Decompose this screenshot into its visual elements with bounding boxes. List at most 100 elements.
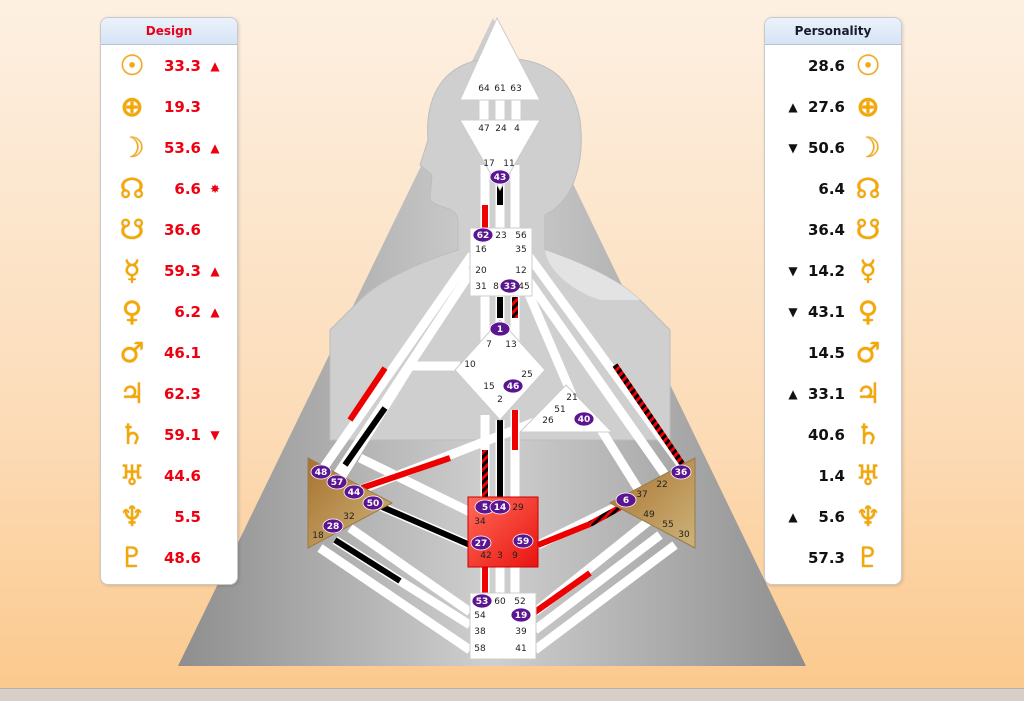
gate-5[interactable]: 5 bbox=[482, 503, 488, 513]
design-row-neptune[interactable]: ♆ 5.5 bbox=[101, 496, 237, 537]
gate-56[interactable]: 56 bbox=[515, 231, 527, 241]
gate-17[interactable]: 17 bbox=[483, 159, 494, 169]
gate-57[interactable]: 57 bbox=[331, 478, 344, 488]
fixing-mark-icon: ▲ bbox=[788, 386, 798, 401]
gate-53[interactable]: 53 bbox=[476, 597, 489, 607]
gate-59[interactable]: 59 bbox=[517, 537, 530, 547]
gate-18[interactable]: 18 bbox=[312, 531, 324, 541]
design-row-pluto[interactable]: ♇ 48.6 bbox=[101, 537, 237, 578]
gate-9[interactable]: 9 bbox=[512, 551, 518, 561]
moon-icon: ☽ bbox=[855, 131, 881, 164]
design-row-moon[interactable]: ☽ 53.6 ▲ bbox=[101, 127, 237, 168]
gate-38[interactable]: 38 bbox=[474, 627, 486, 637]
gate-16[interactable]: 16 bbox=[475, 245, 487, 255]
gate-61[interactable]: 61 bbox=[494, 84, 505, 94]
gate-60[interactable]: 60 bbox=[494, 597, 506, 607]
gate-39[interactable]: 39 bbox=[515, 627, 527, 637]
activation-value: 62.3 bbox=[163, 384, 201, 403]
gate-29[interactable]: 29 bbox=[512, 503, 524, 513]
gate-64[interactable]: 64 bbox=[478, 84, 490, 94]
gate-46[interactable]: 46 bbox=[507, 382, 520, 392]
personality-row-south-node[interactable]: 36.4 ☋ bbox=[765, 209, 901, 250]
personality-panel: Personality 28.6 ☉ ▲ 27.6 ⊕ ▼ 50.6 ☽ 6.4 ☊ 36.4 ☋ ▼ 1… bbox=[764, 17, 902, 585]
gate-50[interactable]: 50 bbox=[367, 499, 380, 509]
gate-6[interactable]: 6 bbox=[623, 496, 629, 506]
gate-44[interactable]: 44 bbox=[348, 488, 361, 498]
gate-1[interactable]: 1 bbox=[497, 325, 503, 335]
design-row-sun[interactable]: ☉ 33.3 ▲ bbox=[101, 45, 237, 86]
gate-11[interactable]: 11 bbox=[503, 159, 514, 169]
gate-54[interactable]: 54 bbox=[474, 611, 486, 621]
gate-14[interactable]: 14 bbox=[494, 503, 507, 513]
personality-row-pluto[interactable]: 57.3 ♇ bbox=[765, 537, 901, 578]
personality-row-venus[interactable]: ▼ 43.1 ♀ bbox=[765, 291, 901, 332]
gate-13[interactable]: 13 bbox=[505, 340, 516, 350]
personality-row-north-node[interactable]: 6.4 ☊ bbox=[765, 168, 901, 209]
gate-19[interactable]: 19 bbox=[515, 611, 528, 621]
gate-58[interactable]: 58 bbox=[474, 644, 486, 654]
gate-55[interactable]: 55 bbox=[662, 520, 673, 530]
gate-10[interactable]: 10 bbox=[464, 360, 476, 370]
personality-row-sun[interactable]: 28.6 ☉ bbox=[765, 45, 901, 86]
gate-2[interactable]: 2 bbox=[497, 395, 503, 405]
gate-12[interactable]: 12 bbox=[515, 266, 526, 276]
gate-52[interactable]: 52 bbox=[514, 597, 525, 607]
gate-41[interactable]: 41 bbox=[515, 644, 526, 654]
design-row-earth[interactable]: ⊕ 19.3 bbox=[101, 86, 237, 127]
south-node-icon: ☋ bbox=[119, 213, 145, 246]
personality-row-earth[interactable]: ▲ 27.6 ⊕ bbox=[765, 86, 901, 127]
gate-27[interactable]: 27 bbox=[475, 539, 488, 549]
personality-row-moon[interactable]: ▼ 50.6 ☽ bbox=[765, 127, 901, 168]
gate-43[interactable]: 43 bbox=[494, 173, 507, 183]
gate-8[interactable]: 8 bbox=[493, 282, 499, 292]
personality-row-mars[interactable]: 14.5 ♂ bbox=[765, 332, 901, 373]
design-row-mars[interactable]: ♂ 46.1 bbox=[101, 332, 237, 373]
gate-63[interactable]: 63 bbox=[510, 84, 521, 94]
gate-22[interactable]: 22 bbox=[656, 480, 667, 490]
design-row-venus[interactable]: ♀ 6.2 ▲ bbox=[101, 291, 237, 332]
gate-51[interactable]: 51 bbox=[554, 405, 565, 415]
gate-45[interactable]: 45 bbox=[518, 282, 529, 292]
gate-49[interactable]: 49 bbox=[643, 510, 655, 520]
design-row-jupiter[interactable]: ♃ 62.3 bbox=[101, 373, 237, 414]
design-row-saturn[interactable]: ♄ 59.1 ▼ bbox=[101, 414, 237, 455]
personality-row-mercury[interactable]: ▼ 14.2 ☿ bbox=[765, 250, 901, 291]
gate-26[interactable]: 26 bbox=[542, 416, 554, 426]
gate-20[interactable]: 20 bbox=[475, 266, 487, 276]
design-row-north-node[interactable]: ☊ 6.6 ✸ bbox=[101, 168, 237, 209]
earth-icon: ⊕ bbox=[120, 90, 144, 123]
design-row-south-node[interactable]: ☋ 36.6 bbox=[101, 209, 237, 250]
gate-21[interactable]: 21 bbox=[566, 393, 577, 403]
gate-33[interactable]: 33 bbox=[504, 282, 517, 292]
earth-icon: ⊕ bbox=[856, 90, 880, 123]
activation-value: 40.6 bbox=[807, 425, 845, 444]
fixing-mark-icon: ▼ bbox=[788, 263, 798, 278]
gate-37[interactable]: 37 bbox=[636, 490, 647, 500]
gate-23[interactable]: 23 bbox=[495, 231, 506, 241]
personality-row-neptune[interactable]: ▲ 5.6 ♆ bbox=[765, 496, 901, 537]
personality-row-uranus[interactable]: 1.4 ♅ bbox=[765, 455, 901, 496]
gate-62[interactable]: 62 bbox=[477, 231, 490, 241]
gate-40[interactable]: 40 bbox=[578, 415, 591, 425]
gate-15[interactable]: 15 bbox=[483, 382, 494, 392]
gate-4[interactable]: 4 bbox=[514, 124, 520, 134]
gate-31[interactable]: 31 bbox=[475, 282, 486, 292]
gate-35[interactable]: 35 bbox=[515, 245, 526, 255]
activation-value: 43.1 bbox=[807, 302, 845, 321]
personality-row-saturn[interactable]: 40.6 ♄ bbox=[765, 414, 901, 455]
gate-30[interactable]: 30 bbox=[678, 530, 690, 540]
gate-28[interactable]: 28 bbox=[327, 522, 340, 532]
personality-row-jupiter[interactable]: ▲ 33.1 ♃ bbox=[765, 373, 901, 414]
design-row-mercury[interactable]: ☿ 59.3 ▲ bbox=[101, 250, 237, 291]
gate-48[interactable]: 48 bbox=[315, 468, 328, 478]
gate-25[interactable]: 25 bbox=[521, 370, 532, 380]
gate-42[interactable]: 42 bbox=[480, 551, 491, 561]
gate-34[interactable]: 34 bbox=[474, 517, 486, 527]
gate-3[interactable]: 3 bbox=[497, 551, 503, 561]
gate-32[interactable]: 32 bbox=[343, 512, 354, 522]
gate-24[interactable]: 24 bbox=[495, 124, 507, 134]
gate-47[interactable]: 47 bbox=[478, 124, 489, 134]
design-row-uranus[interactable]: ♅ 44.6 bbox=[101, 455, 237, 496]
gate-36[interactable]: 36 bbox=[675, 468, 688, 478]
gate-7[interactable]: 7 bbox=[486, 340, 492, 350]
